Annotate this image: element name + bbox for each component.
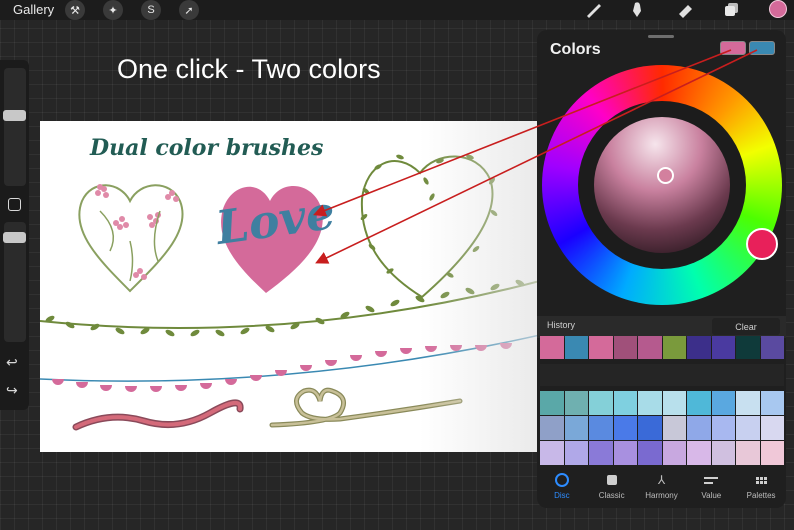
arrow-to-love xyxy=(315,49,758,264)
arrow-to-heart xyxy=(313,49,732,217)
annotation-arrows xyxy=(313,49,758,264)
